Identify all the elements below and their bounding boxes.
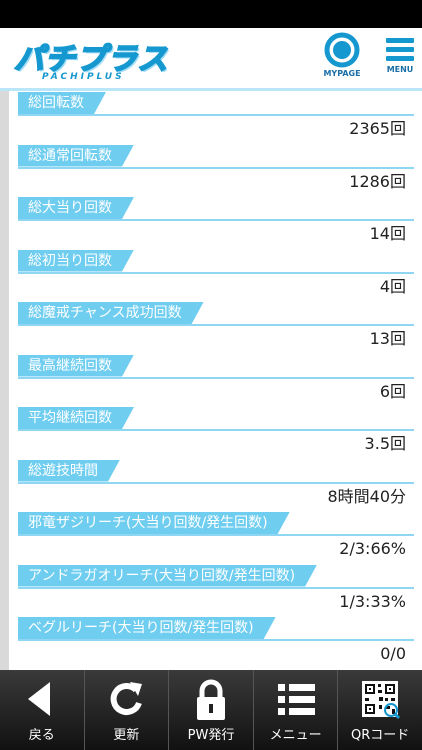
- logo[interactable]: パチプラス PACHIPLUS: [13, 34, 174, 84]
- refresh-label: 更新: [113, 728, 140, 743]
- stat-normal-spins: 総通常回転数 1286回: [18, 145, 414, 198]
- stats-list[interactable]: 総回転数 2365回 総通常回転数 1286回 総大当り回数 14回 総初当り回…: [18, 92, 414, 670]
- stat-value: 1286回: [349, 171, 406, 191]
- menu-button[interactable]: MENU: [380, 32, 420, 84]
- stat-label: アンドラガオリーチ(大当り回数/発生回数): [18, 565, 317, 587]
- stat-label: 邪竜ザジリーチ(大当り回数/発生回数): [18, 512, 290, 534]
- stat-label: 総初当り回数: [18, 250, 134, 272]
- stat-value: 3.5回: [364, 434, 406, 453]
- stat-first-hits: 総初当り回数 4回: [18, 250, 414, 303]
- back-label: 戻る: [28, 728, 55, 743]
- stat-label: 総回転数: [18, 92, 106, 114]
- stat-value: 6回: [379, 381, 406, 401]
- stat-reach-zaji: 邪竜ザジリーチ(大当り回数/発生回数) 2/3:66%: [18, 512, 414, 565]
- bottom-toolbar: 戻る 更新 PW発行 メニュー QRコード: [0, 670, 422, 750]
- stat-value: 1/3:33%: [339, 591, 406, 611]
- stat-label: 平均継続回数: [18, 407, 134, 429]
- pw-issue-label: PW発行: [187, 728, 235, 743]
- pw-issue-button[interactable]: PW発行: [169, 670, 254, 750]
- stat-big-hits: 総大当り回数 14回: [18, 197, 414, 250]
- qr-code-label: QRコード: [351, 728, 410, 743]
- stat-makai-chance: 総魔戒チャンス成功回数 13回: [18, 302, 414, 355]
- stat-value: 13回: [369, 329, 406, 348]
- stat-value: 2365回: [349, 119, 406, 138]
- stat-value: 0/0: [380, 644, 406, 663]
- stat-label: 最高継続回数: [18, 355, 134, 377]
- logo-subtext: PACHIPLUS: [42, 72, 125, 82]
- stat-value: 14回: [369, 224, 406, 243]
- menu-tab-label: メニュー: [269, 728, 322, 743]
- stat-max-streak: 最高継続回数 6回: [18, 355, 414, 408]
- back-arrow-icon: [27, 682, 50, 716]
- menu-label: MENU: [386, 65, 414, 74]
- refresh-icon: [111, 682, 143, 715]
- refresh-button[interactable]: 更新: [85, 670, 170, 750]
- status-bar: [0, 0, 422, 28]
- mypage-icon: [324, 32, 360, 68]
- stat-label: 総魔戒チャンス成功回数: [18, 302, 204, 324]
- list-icon: [277, 684, 315, 715]
- stat-label: 総遊技時間: [18, 460, 120, 482]
- stat-total-spins: 総回転数 2365回: [18, 92, 414, 145]
- stat-play-time: 総遊技時間 8時間40分: [18, 460, 414, 513]
- stat-label: ベグルリーチ(大当り回数/発生回数): [18, 617, 276, 639]
- stat-value: 8時間40分: [327, 486, 406, 506]
- qr-code-button[interactable]: QRコード: [338, 670, 422, 750]
- stat-reach-begul: ベグルリーチ(大当り回数/発生回数) 0/0: [18, 617, 414, 670]
- mypage-button[interactable]: MYPAGE: [320, 32, 364, 84]
- mypage-label: MYPAGE: [323, 69, 361, 78]
- lock-icon: [196, 679, 225, 720]
- stat-avg-streak: 平均継続回数 3.5回: [18, 407, 414, 460]
- menu-tab-button[interactable]: メニュー: [254, 670, 339, 750]
- back-button[interactable]: 戻る: [0, 670, 85, 750]
- app-header: パチプラス PACHIPLUS MYPAGE MENU: [0, 28, 422, 91]
- hamburger-icon: [386, 38, 414, 61]
- stat-label: 総大当り回数: [18, 197, 134, 219]
- stat-label: 総通常回転数: [18, 145, 134, 167]
- side-strip: [0, 91, 9, 670]
- qr-code-icon: [362, 681, 401, 720]
- stat-value: 2/3:66%: [339, 539, 406, 558]
- stat-reach-andraga: アンドラガオリーチ(大当り回数/発生回数) 1/3:33%: [18, 565, 414, 618]
- stat-value: 4回: [379, 276, 406, 296]
